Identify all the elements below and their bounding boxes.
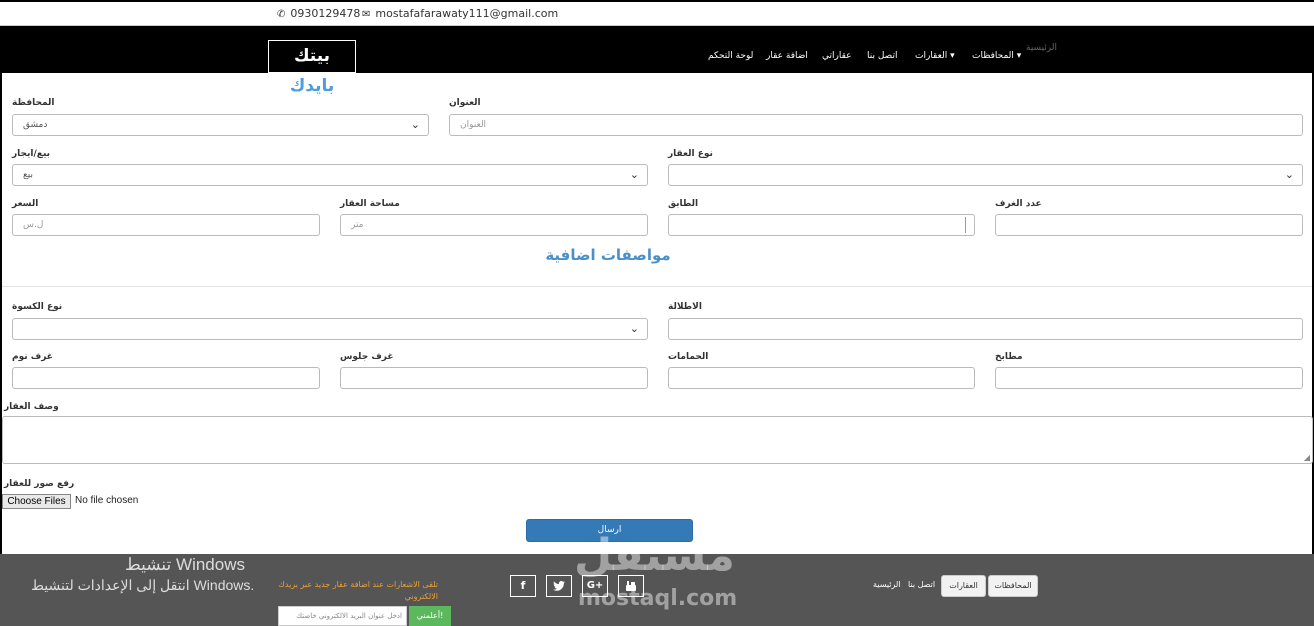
watermark-arabic: مستقل (574, 530, 735, 581)
sale-rent-select[interactable]: بيع ⌄ (12, 164, 648, 186)
bedrooms-label: غرف نوم (12, 352, 53, 362)
divider (2, 286, 1312, 287)
chevron-down-icon: ⌄ (629, 168, 639, 181)
section-title: مواصفات اضافية (545, 246, 671, 264)
newsletter-email-input[interactable]: ادخل عنوان البريد الالكتروني خاصتك (278, 606, 407, 626)
nav-item-contact[interactable]: اتصل بنا (867, 51, 897, 61)
view-label: الاطلالة (668, 302, 702, 312)
brand-part-1: بيتك (293, 46, 331, 66)
finishing-label: نوع الكسوة (12, 302, 63, 312)
governorate-select[interactable]: دمشق ⌄ (12, 114, 429, 136)
address-input[interactable]: العنوان (449, 114, 1303, 136)
windows-activation-title: تنشيط Windows (125, 555, 245, 574)
sale-rent-value: بيع (23, 170, 34, 180)
phone-contact: ✆ 0930129478 (277, 7, 360, 20)
footer-properties-button[interactable]: العقارات (941, 575, 986, 597)
brand-part-2: بايدك (289, 76, 335, 96)
nav-item-my-properties[interactable]: عقاراتي (822, 51, 852, 61)
nav-item-properties[interactable]: العقارات ▾ (915, 51, 955, 61)
upload-label: رفع صور للعقار (4, 479, 75, 489)
description-textarea[interactable]: ◢ (2, 416, 1313, 464)
price-input[interactable]: ل.س (12, 214, 320, 236)
windows-activation-subtitle: انتقل إلى الإعدادات لتنشيط Windows. (31, 577, 255, 593)
property-type-select[interactable]: ⌄ (668, 164, 1303, 186)
governorate-label: المحافظة (12, 98, 55, 108)
rooms-label: عدد الغرف (995, 199, 1042, 209)
chevron-down-icon: ⌄ (1284, 168, 1294, 181)
contact-bar: ✆ 0930129478 ✉ mostafafarawaty111@gmail.co… (0, 0, 1314, 26)
area-placeholder: متر (351, 220, 364, 230)
chevron-down-icon: ⌄ (629, 322, 639, 335)
sale-rent-label: بيع/ايجار (12, 149, 50, 159)
chevron-down-icon: ⌄ (410, 118, 420, 131)
finishing-select[interactable]: ⌄ (12, 318, 648, 340)
twitter-icon[interactable] (546, 575, 572, 597)
phone-icon: ✆ (277, 9, 286, 20)
brand-logo[interactable]: بيتك بايدك (268, 40, 356, 96)
footer-home-link[interactable]: الرئيسية (873, 580, 901, 589)
nav-item-governorates[interactable]: المحافظات ▾ (972, 51, 1021, 61)
envelope-icon: ✉ (362, 9, 371, 20)
newsletter-text: تلقى الاشعارات عند اضافة عقار جديد عبر ب… (278, 580, 438, 601)
floor-label: الطابق (668, 199, 699, 209)
kitchens-label: مطابخ (995, 352, 1023, 362)
navbar: بيتك بايدك لوحة التحكم اضافة عقار عقارات… (0, 26, 1314, 96)
email-contact: ✉ mostafafarawaty111@gmail.com (362, 7, 558, 20)
living-rooms-label: غرف جلوس (340, 352, 394, 362)
number-spinner[interactable] (965, 217, 966, 233)
nav-item-home[interactable]: الرئيسية (1026, 43, 1057, 53)
twitter-bird-shape (553, 581, 565, 591)
address-label: العنوان (449, 98, 481, 108)
notify-me-button[interactable]: أعلمني! (409, 606, 451, 626)
footer-contact-link[interactable]: اتصل بنا (908, 580, 935, 589)
area-label: مساحة العقار (340, 199, 400, 209)
living-rooms-input[interactable] (340, 367, 648, 389)
resize-grip-icon[interactable]: ◢ (1304, 453, 1310, 462)
nav-item-dashboard[interactable]: لوحة التحكم (708, 51, 753, 61)
nav-item-add-property[interactable]: اضافة عقار (766, 51, 808, 61)
bedrooms-input[interactable] (12, 367, 320, 389)
choose-files-button[interactable]: Choose Files (2, 494, 71, 509)
address-placeholder: العنوان (460, 120, 487, 130)
price-label: السعر (12, 199, 39, 209)
description-label: وصف العقار (4, 402, 59, 412)
kitchens-input[interactable] (995, 367, 1303, 389)
email-address: mostafafarawaty111@gmail.com (375, 7, 559, 20)
phone-number: 0930129478 (290, 7, 361, 20)
rooms-input[interactable] (995, 214, 1303, 236)
watermark-latin: mostaql.com (578, 586, 738, 611)
view-input[interactable] (668, 318, 1303, 340)
footer-governorates-button[interactable]: المحافظات (988, 575, 1038, 597)
area-input[interactable]: متر (340, 214, 648, 236)
facebook-icon[interactable]: f (510, 575, 536, 597)
price-placeholder: ل.س (23, 220, 44, 230)
governorate-value: دمشق (23, 120, 48, 130)
bathrooms-input[interactable] (668, 367, 975, 389)
file-status: No file chosen (75, 495, 139, 506)
floor-input[interactable] (668, 214, 975, 236)
property-type-label: نوع العقار (668, 149, 713, 159)
bathrooms-label: الحمامات (668, 352, 709, 362)
